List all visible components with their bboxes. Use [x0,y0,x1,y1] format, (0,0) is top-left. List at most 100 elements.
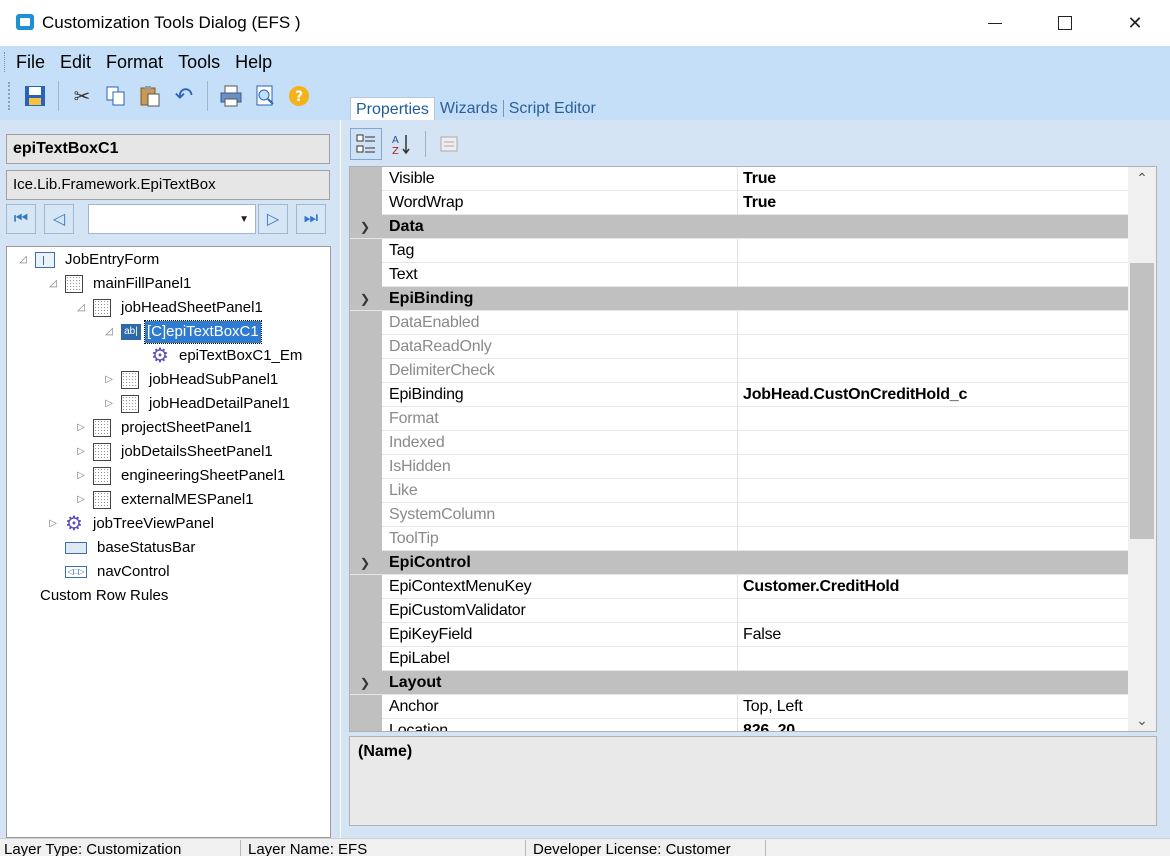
tree-node[interactable]: ◿ jobHeadSheetPanel1 [75,297,263,319]
expander-closed-icon[interactable]: ▷ [103,393,115,415]
print-preview-button[interactable] [248,80,282,112]
scrollbar-thumb[interactable] [1130,263,1154,539]
tree-node[interactable]: baseStatusBar [65,537,195,559]
property-row[interactable]: DataEnabled [350,311,1130,335]
tree-node[interactable]: ▷ jobDetailsSheetPanel1 [75,441,273,463]
scroll-up-icon[interactable]: ⌃ [1128,167,1156,189]
property-row[interactable]: DelimiterCheck [350,359,1130,383]
next-record-button[interactable]: ▷ [258,204,288,234]
tree-node[interactable]: ◿ mainFillPanel1 [47,273,191,295]
property-value[interactable]: 826, 20 [738,719,1130,731]
category-row[interactable]: ❯ Layout [350,671,1130,695]
property-row[interactable]: Visible True [350,167,1130,191]
menu-format[interactable]: Format [98,50,170,74]
tree-node[interactable]: ◿ JobEntryForm [17,249,159,271]
close-button[interactable]: ✕ [1100,0,1170,46]
tree-node-selected[interactable]: ◿ ab| [C]epiTextBoxC1 [103,320,262,344]
property-row[interactable]: EpiContextMenuKey Customer.CreditHold [350,575,1130,599]
menu-help[interactable]: Help [227,50,279,74]
expander-open-icon[interactable]: ◿ [17,249,29,271]
tab-properties[interactable]: Properties [350,97,435,120]
property-row[interactable]: Location 826, 20 [350,719,1130,731]
category-row[interactable]: ❯ EpiBinding [350,287,1130,311]
chevron-down-icon[interactable]: ❯ [360,671,370,695]
property-row[interactable]: Indexed [350,431,1130,455]
property-row[interactable]: ToolTip [350,527,1130,551]
tree-node[interactable]: ▷ externalMESPanel1 [75,489,254,511]
expander-open-icon[interactable]: ◿ [75,297,87,319]
record-combo[interactable]: ▼ [88,204,256,234]
alphabetical-button[interactable]: AZ [386,128,418,160]
property-value[interactable] [738,431,1130,455]
save-button[interactable] [18,80,52,112]
toolbar-grip[interactable] [8,82,12,110]
chevron-down-icon[interactable]: ❯ [360,215,370,239]
expander-closed-icon[interactable]: ▷ [75,417,87,439]
property-value[interactable] [738,599,1130,623]
property-value[interactable] [738,239,1130,263]
undo-button[interactable]: ↶ [167,80,201,112]
property-row[interactable]: SystemColumn [350,503,1130,527]
property-row[interactable]: Like [350,479,1130,503]
categorized-button[interactable] [350,128,382,160]
expander-open-icon[interactable]: ◿ [47,273,59,295]
expander-closed-icon[interactable]: ▷ [75,489,87,511]
control-tree[interactable]: ◿ JobEntryForm ◿ mainFillPanel1 ◿ jobHea… [6,246,331,838]
property-value[interactable] [738,455,1130,479]
property-grid-scrollbar[interactable]: ⌃ ⌄ [1128,167,1156,731]
maximize-button[interactable] [1030,0,1100,46]
property-row[interactable]: Tag [350,239,1130,263]
last-record-button[interactable]: ⏭ [296,204,326,234]
tree-node[interactable]: ⚙ epiTextBoxC1_Em [151,345,302,367]
minimize-button[interactable] [960,0,1030,46]
chevron-down-icon[interactable]: ❯ [360,551,370,575]
property-value[interactable] [738,503,1130,527]
tab-wizards[interactable]: Wizards [435,97,503,120]
copy-button[interactable] [99,80,133,112]
property-value[interactable]: False [738,623,1130,647]
property-row[interactable]: EpiLabel [350,647,1130,671]
cut-button[interactable]: ✂ [65,80,99,112]
property-value[interactable] [738,647,1130,671]
tree-node[interactable]: ▷ ⚙ jobTreeViewPanel [47,513,214,535]
print-button[interactable] [214,80,248,112]
menu-tools[interactable]: Tools [170,50,227,74]
property-row[interactable]: Format [350,407,1130,431]
property-pages-button[interactable] [433,128,465,160]
property-row[interactable]: WordWrap True [350,191,1130,215]
menu-file[interactable]: File [8,50,52,74]
expander-open-icon[interactable]: ◿ [103,321,115,343]
property-row[interactable]: IsHidden [350,455,1130,479]
property-value[interactable]: True [738,191,1130,215]
scroll-down-icon[interactable]: ⌄ [1128,709,1156,731]
tab-script-editor[interactable]: Script Editor [504,97,601,120]
property-value[interactable] [738,527,1130,551]
property-value[interactable] [738,335,1130,359]
tree-node[interactable]: ▷ engineeringSheetPanel1 [75,465,285,487]
tree-node[interactable]: ◁□▷ navControl [65,561,170,583]
property-value[interactable]: True [738,167,1130,191]
tree-node[interactable]: Custom Row Rules [40,585,168,607]
previous-record-button[interactable]: ◁ [44,204,74,234]
chevron-down-icon[interactable]: ❯ [360,287,370,311]
menu-edit[interactable]: Edit [52,50,98,74]
tree-node[interactable]: ▷ jobHeadDetailPanel1 [103,393,290,415]
property-value[interactable] [738,311,1130,335]
expander-closed-icon[interactable]: ▷ [75,465,87,487]
property-row[interactable]: Anchor Top, Left [350,695,1130,719]
first-record-button[interactable]: ⏮ [6,204,36,234]
property-value[interactable] [738,407,1130,431]
property-grid[interactable]: Visible True WordWrap True ❯ Data Tag Text … [349,166,1157,732]
property-row[interactable]: Text [350,263,1130,287]
property-value[interactable] [738,263,1130,287]
menubar-grip[interactable] [4,52,7,72]
category-row[interactable]: ❯ EpiControl [350,551,1130,575]
dropdown-arrow-icon[interactable]: ▼ [239,214,249,225]
property-row[interactable]: EpiCustomValidator [350,599,1130,623]
property-value[interactable]: Customer.CreditHold [738,575,1130,599]
property-row[interactable]: EpiBinding JobHead.CustOnCreditHold_c [350,383,1130,407]
expander-closed-icon[interactable]: ▷ [47,513,59,535]
property-row[interactable]: EpiKeyField False [350,623,1130,647]
paste-button[interactable] [133,80,167,112]
expander-closed-icon[interactable]: ▷ [75,441,87,463]
